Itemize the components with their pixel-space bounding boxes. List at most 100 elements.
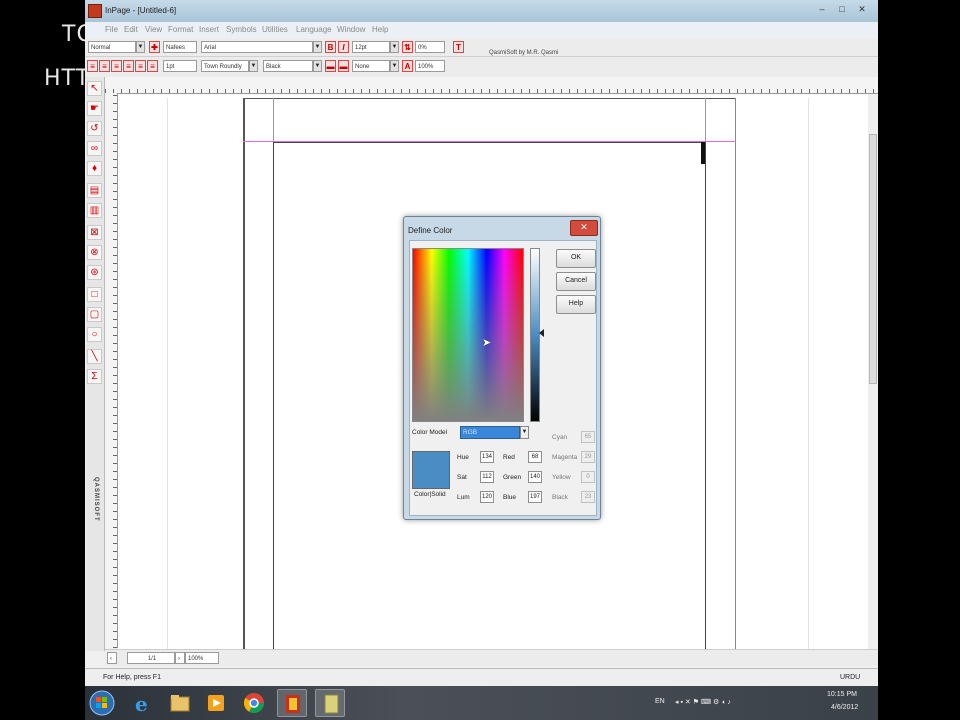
tray-date[interactable]: 4/6/2012 [831, 704, 858, 711]
link-tool-icon[interactable]: ∞ [87, 141, 102, 156]
justify-button[interactable]: ≡ [123, 60, 134, 72]
text-tool-button[interactable]: T [453, 41, 464, 53]
luminance-arrow-icon[interactable] [539, 329, 544, 337]
menu-help[interactable]: Help [372, 25, 388, 34]
polygon-picture-tool-icon[interactable]: ⊛ [87, 265, 102, 280]
status-bar: For Help, press F1 URDU [85, 668, 878, 686]
lum-label: Lum [457, 494, 470, 501]
tracking-button[interactable]: ⇅ [402, 41, 413, 53]
cyan-label: Cyan [552, 434, 568, 441]
tray-icons[interactable]: ◂ ▪ ✕ ⚑ ⌨ ⚙ ◖ ♪ [675, 698, 731, 706]
english-font-select[interactable]: Arial [201, 41, 313, 53]
fill-color-button[interactable]: ▬ [338, 60, 349, 72]
horizontal-ruler[interactable] [105, 77, 878, 94]
next-page-button[interactable]: › [175, 652, 185, 664]
document-taskbar-icon[interactable] [315, 689, 345, 717]
internet-explorer-icon[interactable]: e [127, 689, 157, 717]
dialog-close-button[interactable]: ✕ [570, 220, 598, 236]
inpage-taskbar-icon[interactable] [277, 689, 307, 717]
urdu-font-button[interactable]: ✚ [149, 41, 160, 53]
color-dropdown-arrow[interactable]: ▼ [313, 60, 322, 72]
menu-view[interactable]: View [145, 25, 162, 34]
style-dropdown-arrow[interactable]: ▼ [136, 41, 145, 53]
rotate-tool-icon[interactable]: ↺ [87, 121, 102, 136]
menu-format[interactable]: Format [168, 25, 193, 34]
lum-field[interactable]: 120 [480, 491, 494, 503]
sat-field[interactable]: 112 [480, 471, 494, 483]
shade-percent-field[interactable]: 100% [415, 60, 445, 72]
menu-window[interactable]: Window [337, 25, 365, 34]
chrome-icon[interactable] [239, 689, 269, 717]
menu-insert[interactable]: Insert [199, 25, 219, 34]
menu-symbols[interactable]: Symbols [226, 25, 257, 34]
rounded-rect-tool-icon[interactable]: ▢ [87, 307, 102, 322]
maximize-button[interactable]: □ [833, 2, 851, 16]
vertical-brand-label: QASMISOFT [93, 477, 99, 522]
justify-all-button[interactable]: ≡ [135, 60, 146, 72]
italic-button[interactable]: I [338, 41, 349, 53]
sigma-tool-icon[interactable]: Σ [87, 369, 102, 384]
tray-language[interactable]: EN [655, 698, 665, 705]
zoom-field[interactable]: 100% [185, 652, 219, 664]
picture-box-tool-icon[interactable]: ⊠ [87, 225, 102, 240]
start-button[interactable] [87, 689, 117, 717]
color-select[interactable]: Black [263, 60, 313, 72]
blue-field[interactable]: 197 [528, 491, 542, 503]
font-size-select[interactable]: 12pt [352, 41, 390, 53]
scroll-thumb[interactable] [869, 134, 877, 384]
unlink-tool-icon[interactable]: ♦ [87, 161, 102, 176]
menu-file[interactable]: File [105, 25, 118, 34]
media-player-icon[interactable] [201, 689, 231, 717]
minimize-button[interactable]: – [813, 2, 831, 16]
align-left-button[interactable]: ≡ [111, 60, 122, 72]
hue-field[interactable]: 134 [480, 451, 494, 463]
ok-button[interactable]: OK [556, 249, 596, 268]
pointer-tool-icon[interactable]: ↖ [87, 81, 102, 96]
line-tool-icon[interactable]: ╲ [87, 349, 102, 364]
tray-time[interactable]: 10:15 PM [827, 691, 857, 698]
line-weight-field[interactable]: 1pt [163, 60, 197, 72]
help-button[interactable]: Help [556, 295, 596, 314]
menu-language[interactable]: Language [296, 25, 332, 34]
black-label: Black [552, 494, 568, 501]
color-model-select[interactable]: RGB [460, 426, 520, 439]
green-field[interactable]: 140 [528, 471, 542, 483]
line-color-button[interactable]: ▬ [325, 60, 336, 72]
english-text-box-tool-icon[interactable]: ▥ [87, 203, 102, 218]
style-select[interactable]: Normal [88, 41, 136, 53]
text-box-tool-icon[interactable]: ▤ [87, 183, 102, 198]
file-explorer-icon[interactable] [165, 689, 195, 717]
align-center-button[interactable]: ≡ [99, 60, 110, 72]
color-spectrum[interactable] [412, 248, 524, 422]
sat-label: Sat [457, 474, 467, 481]
english-font-dropdown-arrow[interactable]: ▼ [313, 41, 322, 53]
page-number-field[interactable]: 1/1 [127, 652, 175, 664]
oval-tool-icon[interactable]: ○ [87, 327, 102, 342]
fill-select[interactable]: None [352, 60, 390, 72]
align-right-button[interactable]: ≡ [87, 60, 98, 72]
oval-picture-tool-icon[interactable]: ⊗ [87, 245, 102, 260]
vertical-ruler[interactable] [105, 93, 118, 648]
close-button[interactable]: ✕ [853, 2, 871, 16]
font-size-dropdown-arrow[interactable]: ▼ [390, 41, 399, 53]
indent-button[interactable]: ≡ [147, 60, 158, 72]
tracking-field[interactable]: 0% [415, 41, 445, 53]
rectangle-tool-icon[interactable]: □ [87, 287, 102, 302]
color-model-dropdown-arrow[interactable]: ▼ [520, 426, 529, 439]
page-right-edge [735, 98, 736, 649]
fill-dropdown-arrow[interactable]: ▼ [390, 60, 399, 72]
urdu-font-select[interactable]: Nafees [163, 41, 197, 53]
vertical-scrollbar[interactable] [868, 94, 878, 649]
prev-page-button[interactable]: ‹ [107, 652, 117, 664]
menu-utilities[interactable]: Utilities [262, 25, 288, 34]
line-style-dropdown-arrow[interactable]: ▼ [249, 60, 258, 72]
bold-button[interactable]: B [325, 41, 336, 53]
menu-edit[interactable]: Edit [124, 25, 138, 34]
menu-bar: File Edit View Format Insert Symbols Uti… [85, 22, 878, 37]
red-field[interactable]: 68 [528, 451, 542, 463]
magenta-field: 29 [581, 451, 595, 463]
cancel-button[interactable]: Cancel [556, 272, 596, 291]
shade-button[interactable]: A [402, 60, 413, 72]
line-style-select[interactable]: Town Roundly [201, 60, 249, 72]
hand-tool-icon[interactable]: ☛ [87, 101, 102, 116]
